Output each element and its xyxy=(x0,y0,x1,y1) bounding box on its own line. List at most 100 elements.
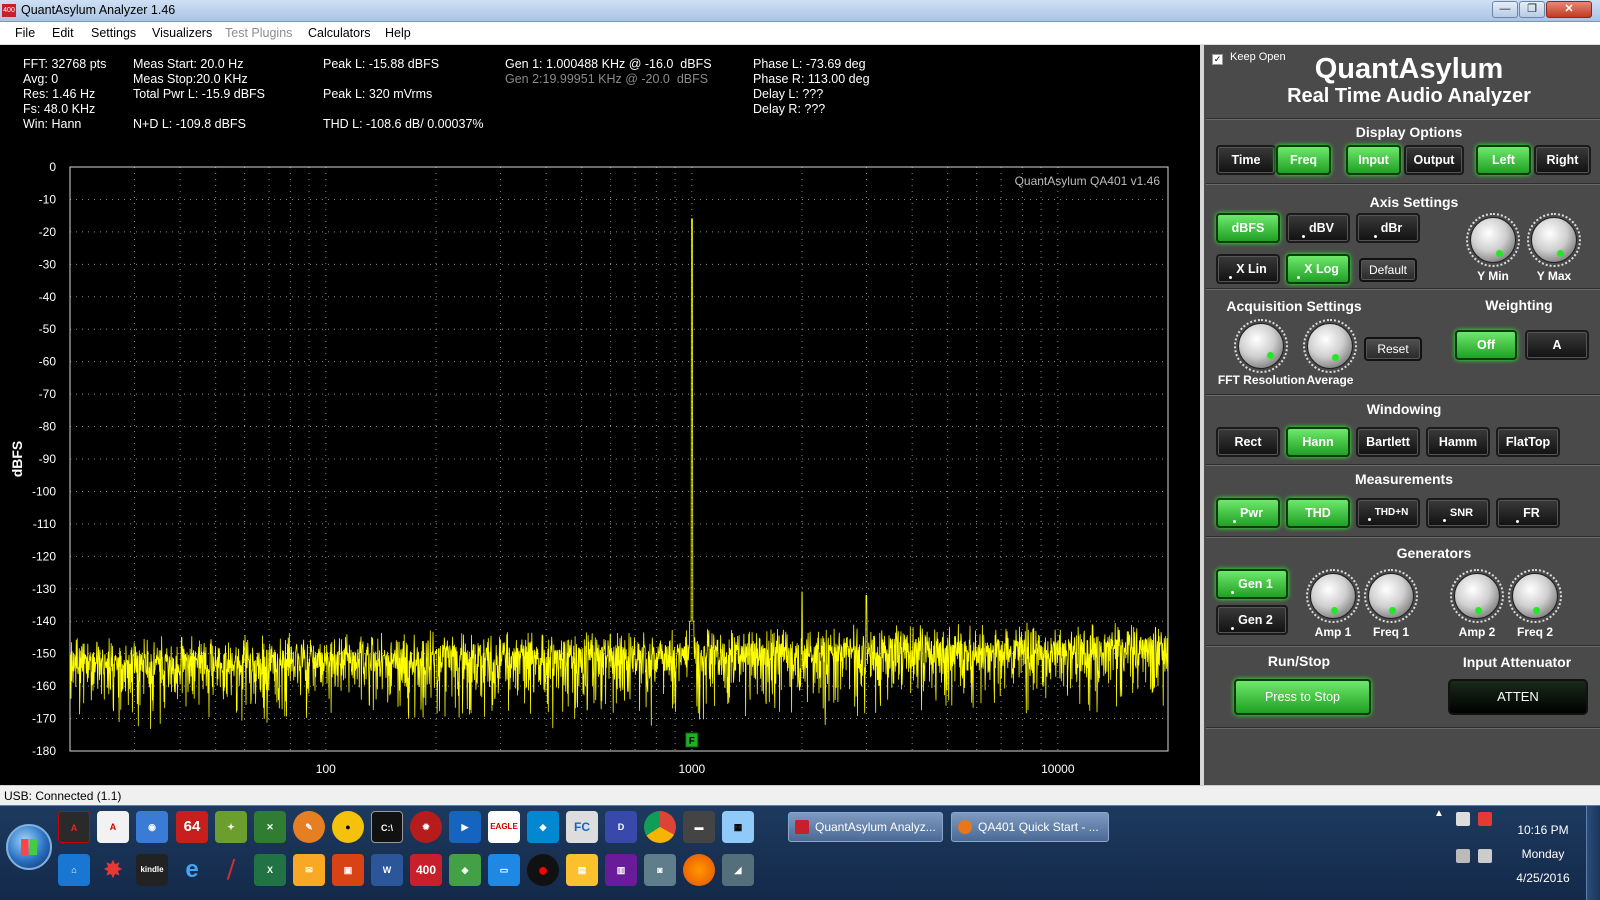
analyzer-400-icon[interactable]: 400 xyxy=(410,854,442,886)
diamond-app-icon[interactable]: ◆ xyxy=(527,811,559,843)
cmd-icon[interactable]: C:\ xyxy=(371,811,403,843)
firefox-icon[interactable] xyxy=(683,854,715,886)
atten-button[interactable]: ATTEN xyxy=(1448,679,1588,715)
y-tick-label: -150 xyxy=(32,647,56,661)
tool-icon[interactable]: ✦ xyxy=(215,811,247,843)
presentation-icon[interactable]: ▣ xyxy=(332,854,364,886)
fc-app-icon[interactable]: FC xyxy=(566,811,598,843)
average-label: Average xyxy=(1306,373,1354,387)
show-desktop-button[interactable] xyxy=(1586,806,1600,900)
kindle-icon[interactable]: kindle xyxy=(136,854,168,886)
measure-thd-button[interactable]: THD xyxy=(1286,498,1350,528)
axis-dbfs-button[interactable]: dBFS xyxy=(1216,213,1280,243)
acquisition-reset-button[interactable]: Reset xyxy=(1364,337,1422,361)
measure-snr-button[interactable]: SNR xyxy=(1426,498,1490,528)
window-hann-button[interactable]: Hann xyxy=(1286,427,1350,457)
y-tick-label: -60 xyxy=(39,355,57,369)
menu-file[interactable]: File xyxy=(15,26,35,40)
tray-app-icon[interactable] xyxy=(1478,812,1492,826)
remote-desktop-icon[interactable]: ▭ xyxy=(488,854,520,886)
measure-thdn-button[interactable]: THD+N xyxy=(1356,498,1420,528)
home-network-icon[interactable]: ⌂ xyxy=(58,854,90,886)
menu-calculators[interactable]: Calculators xyxy=(308,26,371,40)
display-input-button[interactable]: Input xyxy=(1346,145,1401,175)
volume-icon[interactable] xyxy=(1456,812,1470,826)
acrobat-reader-icon[interactable]: A xyxy=(58,811,90,843)
window-rect-button[interactable]: Rect xyxy=(1216,427,1280,457)
altium-icon[interactable]: ⧸ xyxy=(215,854,247,886)
menu-help[interactable]: Help xyxy=(385,26,411,40)
freq2-knob[interactable] xyxy=(1508,569,1562,623)
axis-dbv-button[interactable]: dBV xyxy=(1286,213,1350,243)
average-knob[interactable] xyxy=(1303,319,1357,373)
display-freq-button[interactable]: Freq xyxy=(1276,145,1331,175)
scope-icon[interactable]: ◢ xyxy=(722,854,754,886)
visual-studio-icon[interactable]: ▶ xyxy=(449,811,481,843)
weighting-a-button[interactable]: A xyxy=(1525,330,1589,360)
tray-expand-icon[interactable]: ▲ xyxy=(1432,808,1446,819)
weighting-off-button[interactable]: Off xyxy=(1455,330,1517,360)
axis-xlog-button[interactable]: X Log xyxy=(1286,254,1350,284)
measure-pwr-button[interactable]: Pwr xyxy=(1216,498,1280,528)
puzzle-icon[interactable]: ◈ xyxy=(449,854,481,886)
mail-icon[interactable]: ✉ xyxy=(293,854,325,886)
measure-fr-button[interactable]: FR xyxy=(1496,498,1560,528)
archive-icon[interactable]: ▥ xyxy=(605,854,637,886)
gear-app-icon[interactable]: ✹ xyxy=(410,811,442,843)
chrome-icon[interactable] xyxy=(644,811,676,843)
menu-visualizers[interactable]: Visualizers xyxy=(152,26,212,40)
y-tick-labels: 0 -10 -20 -30 -40 -50 -60 -70 -80 -90 -100 -110 -120… xyxy=(32,160,56,758)
spreadsheet-tool-icon[interactable]: ✕ xyxy=(254,811,286,843)
start-button[interactable] xyxy=(6,824,52,870)
folder-icon[interactable]: ▤ xyxy=(566,854,598,886)
axis-xlin-button[interactable]: X Lin xyxy=(1216,254,1280,284)
maximize-button[interactable]: ❐ xyxy=(1519,1,1545,18)
display-tray-icon[interactable] xyxy=(1478,849,1492,863)
display-time-button[interactable]: Time xyxy=(1216,145,1276,175)
window-hamm-button[interactable]: Hamm xyxy=(1426,427,1490,457)
freq1-knob[interactable] xyxy=(1364,569,1418,623)
y-max-knob[interactable] xyxy=(1527,213,1581,267)
eagle-icon[interactable]: EAGLE xyxy=(488,811,520,843)
window-bartlett-button[interactable]: Bartlett xyxy=(1356,427,1420,457)
acrobat-icon[interactable]: A xyxy=(97,811,129,843)
record-icon[interactable]: ● xyxy=(527,854,559,886)
menu-test-plugins[interactable]: Test Plugins xyxy=(225,26,292,40)
taskbar-quickstart-button[interactable]: QA401 Quick Start - ... xyxy=(951,812,1109,842)
clock-time[interactable]: 10:16 PM xyxy=(1500,823,1586,837)
minimize-button[interactable]: — xyxy=(1492,1,1518,18)
menu-edit[interactable]: Edit xyxy=(52,26,74,40)
y-min-knob[interactable] xyxy=(1466,213,1520,267)
axis-dbr-button[interactable]: dBr xyxy=(1356,213,1420,243)
amp2-knob[interactable] xyxy=(1450,569,1504,623)
axis-default-button[interactable]: Default xyxy=(1359,258,1417,282)
device-icon[interactable]: ▬ xyxy=(683,811,715,843)
amp1-knob[interactable] xyxy=(1306,569,1360,623)
display-left-button[interactable]: Left xyxy=(1476,145,1531,175)
network-icon[interactable]: ◉ xyxy=(136,811,168,843)
word-icon[interactable]: W xyxy=(371,854,403,886)
gen2-button[interactable]: Gen 2 xyxy=(1216,605,1288,635)
fft-resolution-knob[interactable] xyxy=(1234,319,1288,373)
knob-indicator-icon xyxy=(1496,250,1503,257)
y-tick-label: -140 xyxy=(32,614,56,628)
taskbar-analyzer-button[interactable]: QuantAsylum Analyz... xyxy=(788,812,943,842)
app-64-icon[interactable]: 64 xyxy=(176,811,208,843)
spectrum-chart[interactable]: 0 -10 -20 -30 -40 -50 -60 -70 -80 -90 -100 -110 -120… xyxy=(0,45,1200,785)
window-flattop-button[interactable]: FlatTop xyxy=(1496,427,1560,457)
splash-icon[interactable]: ✸ xyxy=(97,854,129,886)
gen1-button[interactable]: Gen 1 xyxy=(1216,569,1288,599)
camera-icon[interactable]: ◙ xyxy=(644,854,676,886)
display-output-button[interactable]: Output xyxy=(1404,145,1464,175)
close-button[interactable]: ✕ xyxy=(1546,1,1592,18)
internet-explorer-icon[interactable]: e xyxy=(176,854,208,886)
calculator-icon[interactable]: ▦ xyxy=(722,811,754,843)
menu-settings[interactable]: Settings xyxy=(91,26,136,40)
duck-icon[interactable]: ● xyxy=(332,811,364,843)
network-tray-icon[interactable] xyxy=(1456,849,1470,863)
document-viewer-icon[interactable]: D xyxy=(605,811,637,843)
press-to-stop-button[interactable]: Press to Stop xyxy=(1234,679,1371,715)
excel-icon[interactable]: X xyxy=(254,854,286,886)
paint-icon[interactable]: ✎ xyxy=(293,811,325,843)
display-right-button[interactable]: Right xyxy=(1534,145,1591,175)
